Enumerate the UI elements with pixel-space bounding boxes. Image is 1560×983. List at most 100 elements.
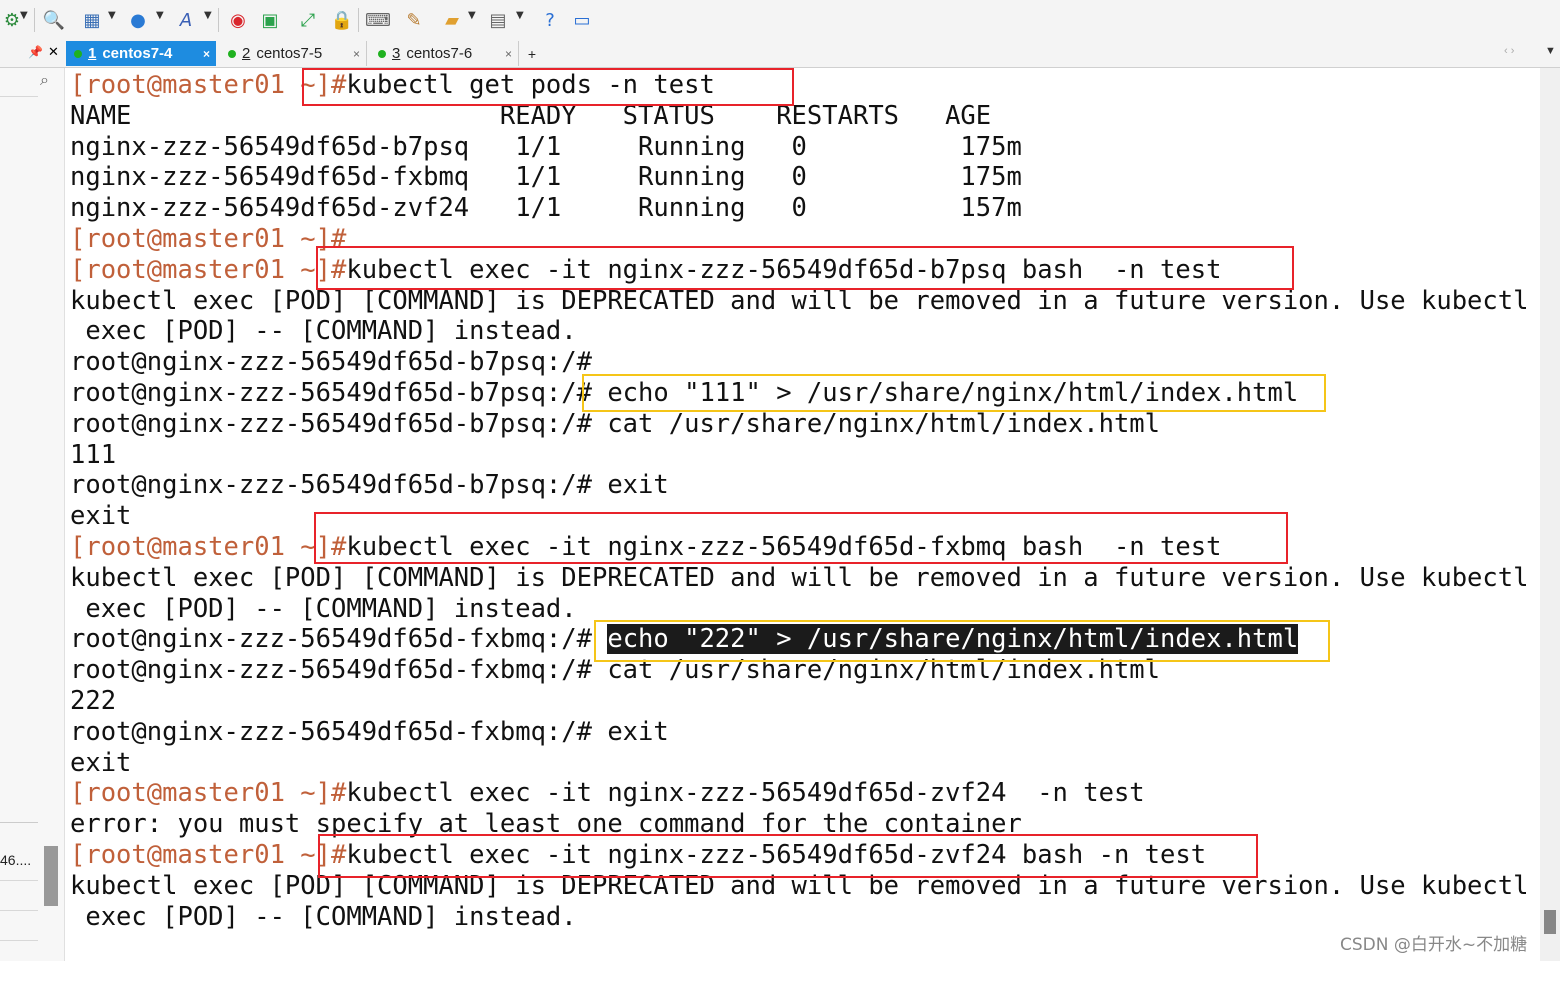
connected-status-icon (228, 49, 236, 58)
terminal-line: nginx-zzz-56549df65d-fxbmq 1/1 Running 0… (70, 162, 1022, 192)
globe-icon[interactable]: ● (126, 8, 150, 32)
scrollbar-thumb[interactable] (44, 846, 58, 906)
tab-list-chevron-icon[interactable]: ▼ (1545, 45, 1556, 57)
terminal-line: 222 (70, 686, 116, 716)
terminal-text: exec [POD] -- [COMMAND] instead. (70, 593, 577, 624)
shell-prompt: [root@master01 ~]# (70, 532, 347, 562)
tab-session-1[interactable]: 1 centos7-4 × (66, 41, 216, 66)
transfer-icon[interactable]: ▣ (258, 8, 282, 32)
chevron-down-icon[interactable]: ▼ (204, 10, 212, 21)
yellow-annotation-box (594, 620, 1330, 662)
help-icon[interactable]: ? (538, 8, 562, 32)
connected-status-icon (74, 49, 82, 58)
toolbar: ⚙ ▼ 🔍 ▦ ▼ ● ▼ A ▼ ◉ ▣ ⤢ 🔒 ⌨ ✎ ▰ ▼ ▤ ▼ ? … (0, 0, 1560, 40)
terminal-text: nginx-zzz-56549df65d-zvf24 1/1 Running 0… (70, 193, 1022, 224)
shell-prompt: [root@master01 ~]# (70, 840, 347, 870)
terminal-line: root@nginx-zzz-56549df65d-b7psq:/# exit (70, 470, 669, 500)
divider (0, 880, 38, 881)
terminal-line: root@nginx-zzz-56549df65d-fxbmq:/# exit (70, 717, 669, 747)
terminal-text: exec [POD] -- [COMMAND] instead. (70, 901, 577, 932)
terminal-line: exit (70, 501, 131, 531)
close-icon[interactable]: × (203, 47, 210, 61)
terminal-line: 111 (70, 440, 116, 470)
terminal-line: [root@master01 ~]#kubectl exec -it nginx… (70, 778, 1145, 808)
terminal-line: kubectl exec [POD] [COMMAND] is DEPRECAT… (70, 563, 1528, 593)
terminal-line: [root@master01 ~]# (70, 224, 346, 254)
terminal-text: root@nginx-zzz-56549df65d-b7psq:/# exit (70, 470, 669, 501)
font-icon[interactable]: A (174, 8, 198, 32)
layout-icon[interactable]: ▦ (80, 8, 104, 32)
add-tab-button[interactable]: + (522, 41, 542, 66)
red-annotation-box (314, 512, 1288, 564)
tab-title: centos7-6 (406, 45, 473, 62)
terminal-line: exec [POD] -- [COMMAND] instead. (70, 316, 577, 347)
script-icon[interactable]: ✎ (402, 8, 426, 32)
tab-title: centos7-4 (102, 45, 173, 62)
red-annotation-box (316, 246, 1294, 290)
tab-title: centos7-5 (256, 45, 323, 62)
toolbar-divider (34, 8, 35, 32)
tab-number: 3 (392, 45, 401, 62)
watermark: CSDN @白开水~不加糖 (1340, 935, 1528, 955)
scrollbar-thumb[interactable] (1544, 910, 1556, 934)
terminal-text: root@nginx-zzz-56549df65d-b7psq:/# cat /… (70, 408, 1161, 439)
terminal-line: kubectl exec [POD] [COMMAND] is DEPRECAT… (70, 286, 1528, 316)
terminal-scrollbar[interactable] (1540, 68, 1560, 961)
terminal-text: nginx-zzz-56549df65d-b7psq 1/1 Running 0… (70, 131, 1022, 162)
divider (0, 96, 38, 97)
terminal-text: root@nginx-zzz-56549df65d-fxbmq:/# (70, 624, 608, 655)
folder-icon[interactable]: ▰ (440, 8, 464, 32)
tab-session-2[interactable]: 2 centos7-5 × (220, 41, 367, 66)
tab-number: 1 (88, 45, 97, 62)
close-icon[interactable]: × (353, 47, 360, 61)
divider (0, 940, 38, 941)
terminal-line: exit (70, 748, 131, 778)
terminal-line: nginx-zzz-56549df65d-zvf24 1/1 Running 0… (70, 193, 1022, 223)
chevron-down-icon[interactable]: ▼ (156, 10, 164, 21)
terminal-text: root@nginx-zzz-56549df65d-fxbmq:/# exit (70, 716, 669, 747)
terminal-text: kubectl exec -it nginx-zzz-56549df65d-zv… (346, 778, 1145, 809)
session-tab-bar: 📌 ✕ 1 centos7-4 × 2 centos7-5 × 3 centos… (0, 40, 1560, 68)
chevron-down-icon[interactable]: ▼ (468, 10, 476, 21)
terminal-text: 111 (70, 439, 117, 470)
tab-number: 2 (242, 45, 251, 62)
terminal-text: exit (70, 501, 132, 532)
terminal-text: root@nginx-zzz-56549df65d-b7psq:/# (70, 347, 592, 378)
close-panel-icon[interactable]: ✕ (48, 44, 59, 60)
keyboard-icon[interactable]: ⌨ (365, 8, 391, 32)
fullscreen-icon[interactable]: ⤢ (296, 8, 320, 32)
terminal-text: kubectl exec [POD] [COMMAND] is DEPRECAT… (70, 562, 1529, 593)
terminal-line: root@nginx-zzz-56549df65d-b7psq:/# cat /… (70, 409, 1160, 439)
shell-prompt: [root@master01 ~]# (70, 254, 347, 285)
tab-session-3[interactable]: 3 centos7-6 × (370, 41, 519, 66)
session-manager-panel: ⌕ 46.... (0, 68, 65, 961)
terminal-text: kubectl exec [POD] [COMMAND] is DEPRECAT… (70, 285, 1529, 316)
search-icon[interactable]: ⌕ (40, 72, 49, 90)
search-icon[interactable]: 🔍 (42, 8, 66, 32)
lock-icon[interactable]: 🔒 (330, 8, 354, 32)
chevron-down-icon[interactable]: ▼ (20, 10, 28, 21)
terminal-text: exit (70, 747, 132, 778)
divider (0, 910, 38, 911)
pin-icon[interactable]: 📌 (28, 45, 43, 59)
terminal-line: exec [POD] -- [COMMAND] instead. (70, 593, 577, 624)
connected-status-icon (378, 49, 386, 58)
terminal-text: nginx-zzz-56549df65d-fxbmq 1/1 Running 0… (70, 162, 1022, 193)
terminal-line: root@nginx-zzz-56549df65d-b7psq:/# (70, 347, 592, 377)
chevron-down-icon[interactable]: ▼ (516, 10, 524, 21)
scroll-tabs-left-icon[interactable]: ‹ › (1504, 45, 1514, 57)
shell-prompt: [root@master01 ~]# (70, 778, 347, 809)
shell-prompt: [root@master01 ~]# (70, 224, 347, 254)
toolbar-divider (358, 8, 359, 32)
chat-icon[interactable]: ▭ (570, 8, 594, 32)
chevron-down-icon[interactable]: ▼ (108, 10, 116, 21)
close-icon[interactable]: × (505, 47, 512, 61)
terminal-text: exec [POD] -- [COMMAND] instead. (70, 316, 577, 347)
red-annotation-box (318, 834, 1258, 878)
terminal-line: nginx-zzz-56549df65d-b7psq 1/1 Running 0… (70, 132, 1022, 162)
terminal-text: 222 (70, 686, 117, 716)
window-icon[interactable]: ▤ (486, 8, 510, 32)
refresh-icon[interactable]: ◉ (226, 8, 250, 32)
session-item-label[interactable]: 46.... (0, 852, 31, 868)
session-list (0, 822, 38, 983)
